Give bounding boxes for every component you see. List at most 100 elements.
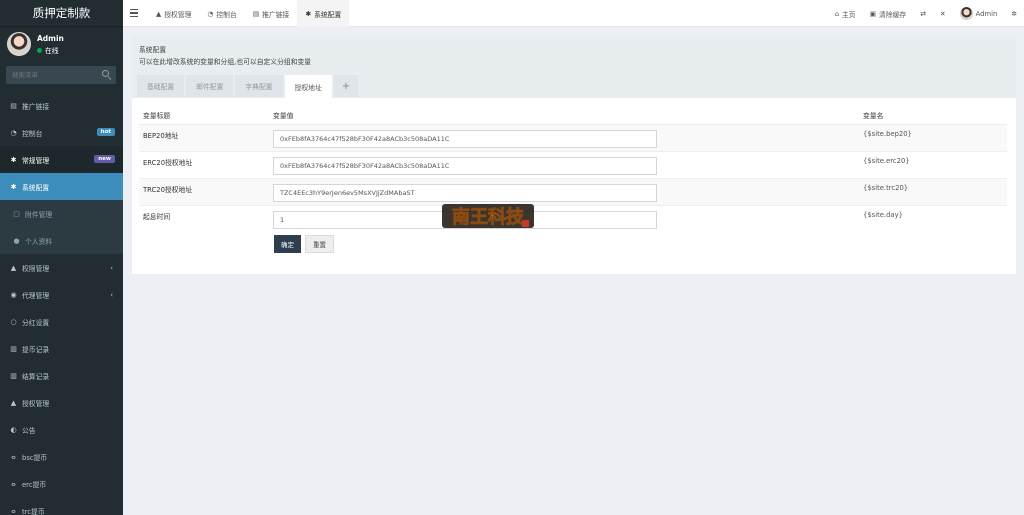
sidebar-item-label: 提币记录 [22, 345, 50, 354]
half-circle-icon: ◐ [10, 425, 17, 434]
tab-authorization[interactable]: ▲ 授权管理 [148, 0, 199, 27]
dashboard-icon: ◔ [10, 128, 17, 137]
sidebar-item-announcement[interactable]: ◐ 公告 [0, 416, 123, 443]
sidebar-item-label: 控制台 [22, 129, 43, 138]
gears-icon: ✲ [1011, 9, 1017, 18]
users-icon: ▲ [10, 263, 17, 272]
sidebar-item-label: 常规管理 [22, 156, 50, 165]
table-row: 起息时间 {$site.day} [139, 204, 1007, 232]
bank-icon: ▥ [10, 344, 17, 353]
language-button[interactable]: ⇄ [913, 0, 933, 27]
sidebar-item-label: erc提币 [22, 480, 47, 489]
new-badge: new [94, 155, 115, 163]
sidebar-item-label: 公告 [22, 426, 36, 435]
table-row: TRC20授权地址 {$site.trc20} [139, 177, 1007, 205]
sidebar-item-profile[interactable]: ● 个人资料 [0, 227, 123, 254]
home-icon: ⌂ [834, 9, 840, 18]
clear-cache-button[interactable]: ▣ 清除缓存 [863, 0, 914, 27]
sidebar-item-label: 附件管理 [25, 210, 53, 219]
sidebar-item-general[interactable]: ✱ 常规管理 new [0, 146, 123, 173]
sidebar-search [6, 66, 116, 84]
sidebar-item-dashboard[interactable]: ◔ 控制台 hot [0, 119, 123, 146]
cog-icon: ✱ [305, 9, 312, 18]
users-icon: ▲ [10, 398, 17, 407]
submit-button[interactable]: 确定 [274, 235, 301, 253]
tab-system-config[interactable]: ✱ 系统配置 [297, 0, 350, 27]
erc20-address-input[interactable] [273, 156, 657, 175]
row-variable-name: {$site.day} [859, 204, 1007, 232]
sidebar-item-withdraw-records[interactable]: ▥ 提币记录 [0, 335, 123, 362]
menu-toggle-icon[interactable] [130, 9, 138, 17]
sidebar-item-attachments[interactable]: ▢ 附件管理 [0, 200, 123, 227]
page-tabs: ▲ 授权管理 ◔ 控制台 ▤ 推广链接 ✱ 系统配置 [148, 0, 350, 27]
sidebar-item-promo-link[interactable]: ▤ 推广链接 [0, 92, 123, 119]
user-circle-icon: ◉ [10, 290, 17, 299]
user-menu[interactable]: Admin [953, 0, 1005, 27]
clear-cache-label: 清除缓存 [879, 10, 907, 19]
add-tab-button[interactable]: + [333, 75, 359, 97]
row-title: ERC20授权地址 [139, 150, 269, 178]
tab-auth-address[interactable]: 授权地址 [284, 75, 332, 98]
sidebar-item-erc-withdraw[interactable]: ⴰ erc提币 [0, 470, 123, 497]
tab-dashboard[interactable]: ◔ 控制台 [199, 0, 244, 27]
bicycle-icon: ⴰ [11, 506, 16, 515]
top-right-tools: ⌂ 主页 ▣ 清除缓存 ⇄ ✕ Admin ✲ [828, 0, 1024, 27]
sidebar-item-authorization[interactable]: ▲ 授权管理 [0, 389, 123, 416]
row-variable-name: {$site.bep20} [859, 123, 1007, 151]
search-input[interactable] [6, 66, 96, 84]
sidebar-item-trc-withdraw[interactable]: ⴰ trc提币 [0, 497, 123, 515]
column-header-value: 变量值 [269, 106, 859, 125]
column-header-name: 变量名 [859, 106, 1007, 125]
tab-label: 系统配置 [314, 10, 342, 19]
sidebar-item-dividend[interactable]: ○ 分红设置 [0, 308, 123, 335]
file-icon: ▤ [252, 9, 260, 18]
app-logo[interactable]: 质押定制款 [0, 0, 123, 27]
form-actions: 确定 重置 [274, 235, 334, 253]
tab-promo-link[interactable]: ▤ 推广链接 [245, 0, 298, 27]
settings-button[interactable]: ✲ [1004, 0, 1024, 27]
tab-dictionary-config[interactable]: 字典配置 [235, 75, 283, 97]
sidebar: 质押定制款 Admin 在线 ▤ 推广链接 ◔ 控制台 hot ✱ 常规管理 n… [0, 0, 123, 515]
fullscreen-button[interactable]: ✕ [933, 0, 953, 27]
hot-badge: hot [96, 128, 115, 136]
row-variable-name: {$site.trc20} [859, 177, 1007, 205]
sidebar-item-permissions[interactable]: ▲ 权限管理 ‹ [0, 254, 123, 281]
cog-icon: ✱ [10, 182, 17, 191]
top-navbar: ▲ 授权管理 ◔ 控制台 ▤ 推广链接 ✱ 系统配置 ⌂ 主页 ▣ 清除缓存 ⇄… [123, 0, 1024, 27]
row-title: TRC20授权地址 [139, 177, 269, 205]
sidebar-item-settlement-records[interactable]: ▥ 结算记录 [0, 362, 123, 389]
file-icon: ▤ [10, 101, 17, 110]
avatar [7, 32, 31, 56]
bep20-address-input[interactable] [273, 129, 657, 148]
online-dot-icon [37, 47, 42, 53]
config-panel: 系统配置 可以在此增改系统的变量和分组,也可以自定义分组和变量 基础配置 邮件配… [132, 36, 1016, 274]
user-name: Admin [37, 34, 64, 43]
user-status-label: 在线 [45, 47, 59, 55]
home-link[interactable]: ⌂ 主页 [828, 0, 863, 27]
users-icon: ▲ [156, 9, 162, 18]
reset-button[interactable]: 重置 [305, 235, 334, 253]
row-title: 起息时间 [139, 204, 269, 232]
sidebar-item-system-config[interactable]: ✱ 系统配置 [0, 173, 123, 200]
home-label: 主页 [842, 10, 856, 19]
sidebar-item-label: 授权管理 [22, 399, 50, 408]
table-row: BEP20地址 {$site.bep20} [139, 123, 1007, 151]
trash-icon: ▣ [869, 9, 877, 18]
chevron-left-icon: ‹ [110, 263, 113, 272]
search-icon[interactable] [102, 70, 109, 77]
table-row: ERC20授权地址 {$site.erc20} [139, 150, 1007, 178]
bicycle-icon: ⴰ [11, 452, 16, 461]
sidebar-item-label: 分红设置 [22, 318, 50, 327]
tab-basic-config[interactable]: 基础配置 [137, 75, 185, 97]
chevron-left-icon: ‹ [110, 290, 113, 299]
panel-heading: 系统配置 可以在此增改系统的变量和分组,也可以自定义分组和变量 基础配置 邮件配… [132, 36, 1016, 98]
sidebar-item-bsc-withdraw[interactable]: ⴰ bsc提币 [0, 443, 123, 470]
column-header-title: 变量标题 [139, 106, 269, 125]
sidebar-item-label: 个人资料 [25, 237, 53, 246]
watermark-logo: 南王科技 [442, 204, 534, 228]
page-title: 系统配置 [139, 46, 167, 54]
config-table: 变量标题 变量值 变量名 BEP20地址 {$site.bep20} ERC20… [139, 106, 1007, 232]
translate-icon: ⇄ [920, 9, 926, 18]
sidebar-item-agents[interactable]: ◉ 代理管理 ‹ [0, 281, 123, 308]
tab-email-config[interactable]: 邮件配置 [186, 75, 234, 97]
